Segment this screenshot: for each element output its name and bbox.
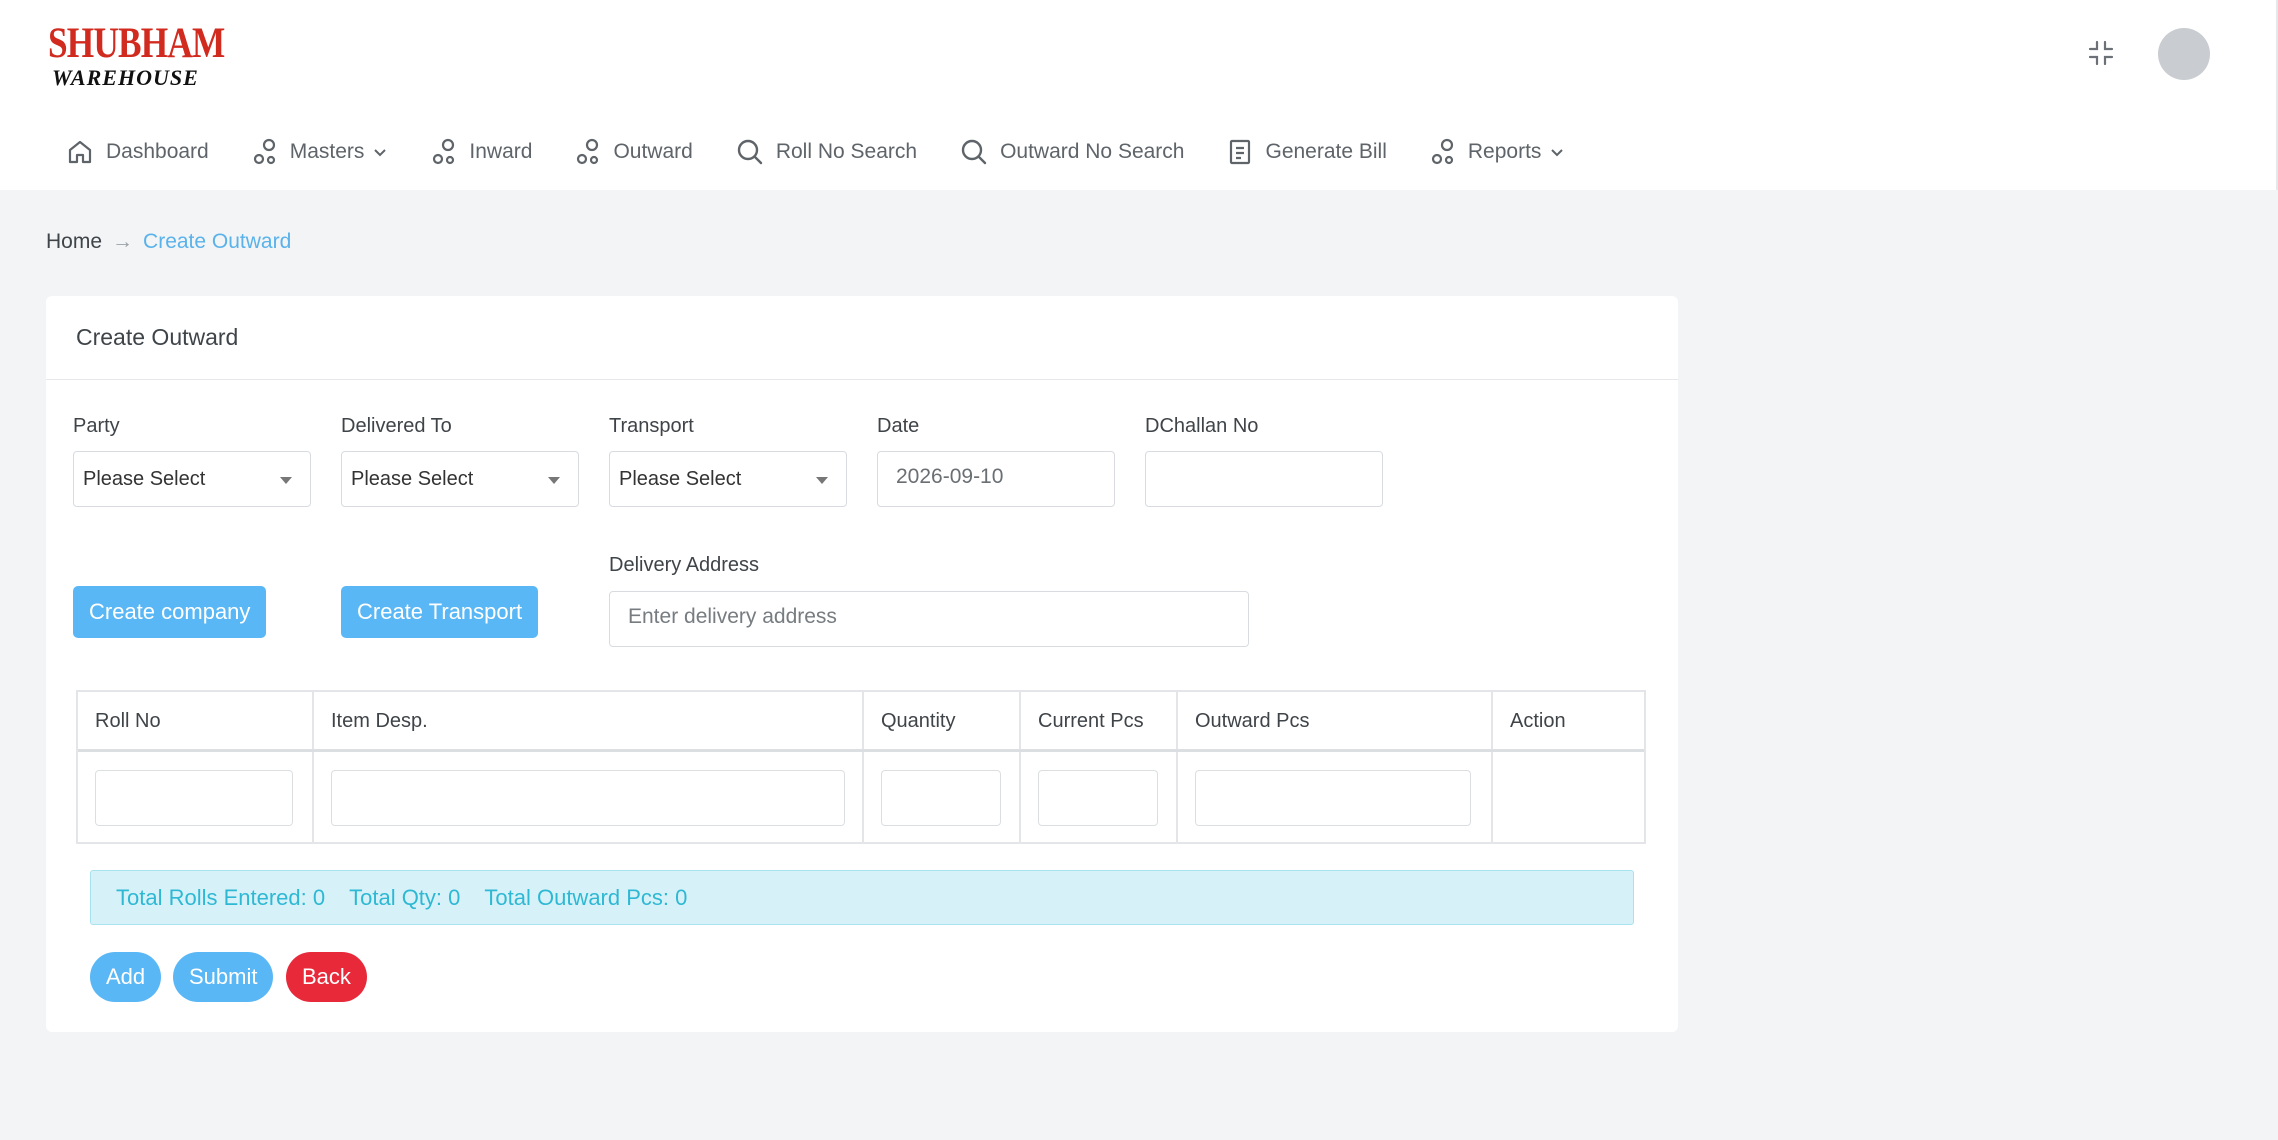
current-pcs-input[interactable] <box>1038 770 1158 826</box>
nav-label: Reports <box>1467 140 1542 163</box>
column-header-outward-pcs: Outward Pcs <box>1178 692 1493 749</box>
card-title: Create Outward <box>46 296 1678 380</box>
quantity-input[interactable] <box>881 770 1001 826</box>
party-label: Party <box>73 415 120 437</box>
breadcrumb: Home → Create Outward <box>46 230 291 254</box>
total-outward-pcs-text: Total Outward Pcs: 0 <box>484 885 688 910</box>
breadcrumb-home[interactable]: Home <box>46 230 102 254</box>
quantity-cell <box>864 752 1021 842</box>
transport-label: Transport <box>609 415 694 437</box>
item-desp-cell <box>314 752 864 842</box>
column-header-item-desp: Item Desp. <box>314 692 864 749</box>
dchallan-label: DChallan No <box>1145 415 1259 437</box>
search-icon <box>961 139 987 165</box>
delivery-address-label: Delivery Address <box>609 554 760 576</box>
brand-line-2: WAREHOUSE <box>52 65 199 90</box>
nav-item-dashboard[interactable]: Dashboard <box>66 138 209 166</box>
item-desp-input[interactable] <box>331 770 845 826</box>
delivered-to-label: Delivered To <box>341 415 452 437</box>
create-transport-button[interactable]: Create Transport <box>341 586 539 638</box>
caret-down-icon <box>816 477 828 484</box>
chevron-down-icon <box>374 149 387 157</box>
table-header-row: Roll No Item Desp. Quantity Current Pcs … <box>78 692 1644 752</box>
nav-label: Masters <box>289 140 365 163</box>
total-qty-text: Total Qty: 0 <box>349 885 461 910</box>
nodes-icon <box>1431 138 1453 165</box>
nav-item-roll-no-search[interactable]: Roll No Search <box>736 138 917 166</box>
top-header: SHUBHAM WAREHOUSE Dashboard Masters Inwa… <box>0 0 2278 190</box>
breadcrumb-current: Create Outward <box>143 230 292 253</box>
brand-logo[interactable]: SHUBHAM WAREHOUSE <box>48 22 263 89</box>
document-icon <box>1230 139 1251 165</box>
date-label: Date <box>877 415 920 437</box>
nav-label: Outward <box>613 140 693 163</box>
outward-items-table: Roll No Item Desp. Quantity Current Pcs … <box>76 690 1646 844</box>
column-header-quantity: Quantity <box>864 692 1021 749</box>
nav-label: Outward No Search <box>1000 140 1185 163</box>
party-select-value: Please Select <box>83 468 206 490</box>
caret-down-icon <box>280 477 292 484</box>
delivered-to-select-value: Please Select <box>351 468 474 490</box>
user-avatar[interactable] <box>2158 28 2210 80</box>
nav-item-outward-no-search[interactable]: Outward No Search <box>960 138 1184 166</box>
current-pcs-cell <box>1021 752 1178 842</box>
outward-pcs-cell <box>1178 752 1493 842</box>
nav-item-outward[interactable]: Outward <box>575 138 693 166</box>
nodes-icon <box>253 138 275 165</box>
column-header-current-pcs: Current Pcs <box>1021 692 1178 749</box>
create-outward-card: Create Outward Party Delivered To Transp… <box>46 296 1678 1032</box>
add-button[interactable]: Add <box>90 952 162 1002</box>
delivery-address-input[interactable]: Enter delivery address <box>609 591 1249 647</box>
chevron-down-icon <box>1551 149 1564 157</box>
submit-button[interactable]: Submit <box>173 952 274 1002</box>
nav-label: Dashboard <box>106 140 209 163</box>
create-company-button[interactable]: Create company <box>73 586 267 638</box>
nav-item-generate-bill[interactable]: Generate Bill <box>1227 138 1387 166</box>
home-icon <box>68 140 92 164</box>
party-select[interactable]: Please Select <box>73 451 311 507</box>
outward-pcs-input[interactable] <box>1195 770 1471 826</box>
total-rolls-text: Total Rolls Entered: 0 <box>116 885 326 910</box>
nav-item-reports[interactable]: Reports <box>1430 138 1566 166</box>
nav-item-masters[interactable]: Masters <box>252 138 389 166</box>
back-button[interactable]: Back <box>286 952 367 1002</box>
action-cell <box>1493 752 1644 842</box>
transport-select[interactable]: Please Select <box>609 451 847 507</box>
exit-fullscreen-icon[interactable] <box>2086 38 2116 68</box>
delivered-to-select[interactable]: Please Select <box>341 451 579 507</box>
search-icon <box>737 139 763 165</box>
column-header-action: Action <box>1510 710 1566 732</box>
brand-line-1: SHUBHAM <box>48 20 225 67</box>
roll-no-cell <box>78 752 314 842</box>
dchallan-input[interactable] <box>1145 451 1383 507</box>
nav-label: Generate Bill <box>1265 140 1387 163</box>
roll-no-input[interactable] <box>95 770 293 826</box>
nav-label: Inward <box>469 140 533 163</box>
column-header-roll-no: Roll No <box>78 692 314 749</box>
table-row <box>78 752 1644 842</box>
main-nav: Dashboard Masters Inward Outward Roll No… <box>66 134 1608 170</box>
nodes-icon <box>433 138 455 165</box>
date-input[interactable]: 2026-09-10 <box>877 451 1115 507</box>
totals-summary: Total Rolls Entered: 0 Total Qty: 0 Tota… <box>90 870 1634 925</box>
nav-label: Roll No Search <box>775 140 918 163</box>
caret-down-icon <box>548 477 560 484</box>
nav-item-inward[interactable]: Inward <box>431 138 532 166</box>
breadcrumb-separator: → <box>112 230 134 253</box>
transport-select-value: Please Select <box>619 468 742 490</box>
nodes-icon <box>577 138 599 165</box>
